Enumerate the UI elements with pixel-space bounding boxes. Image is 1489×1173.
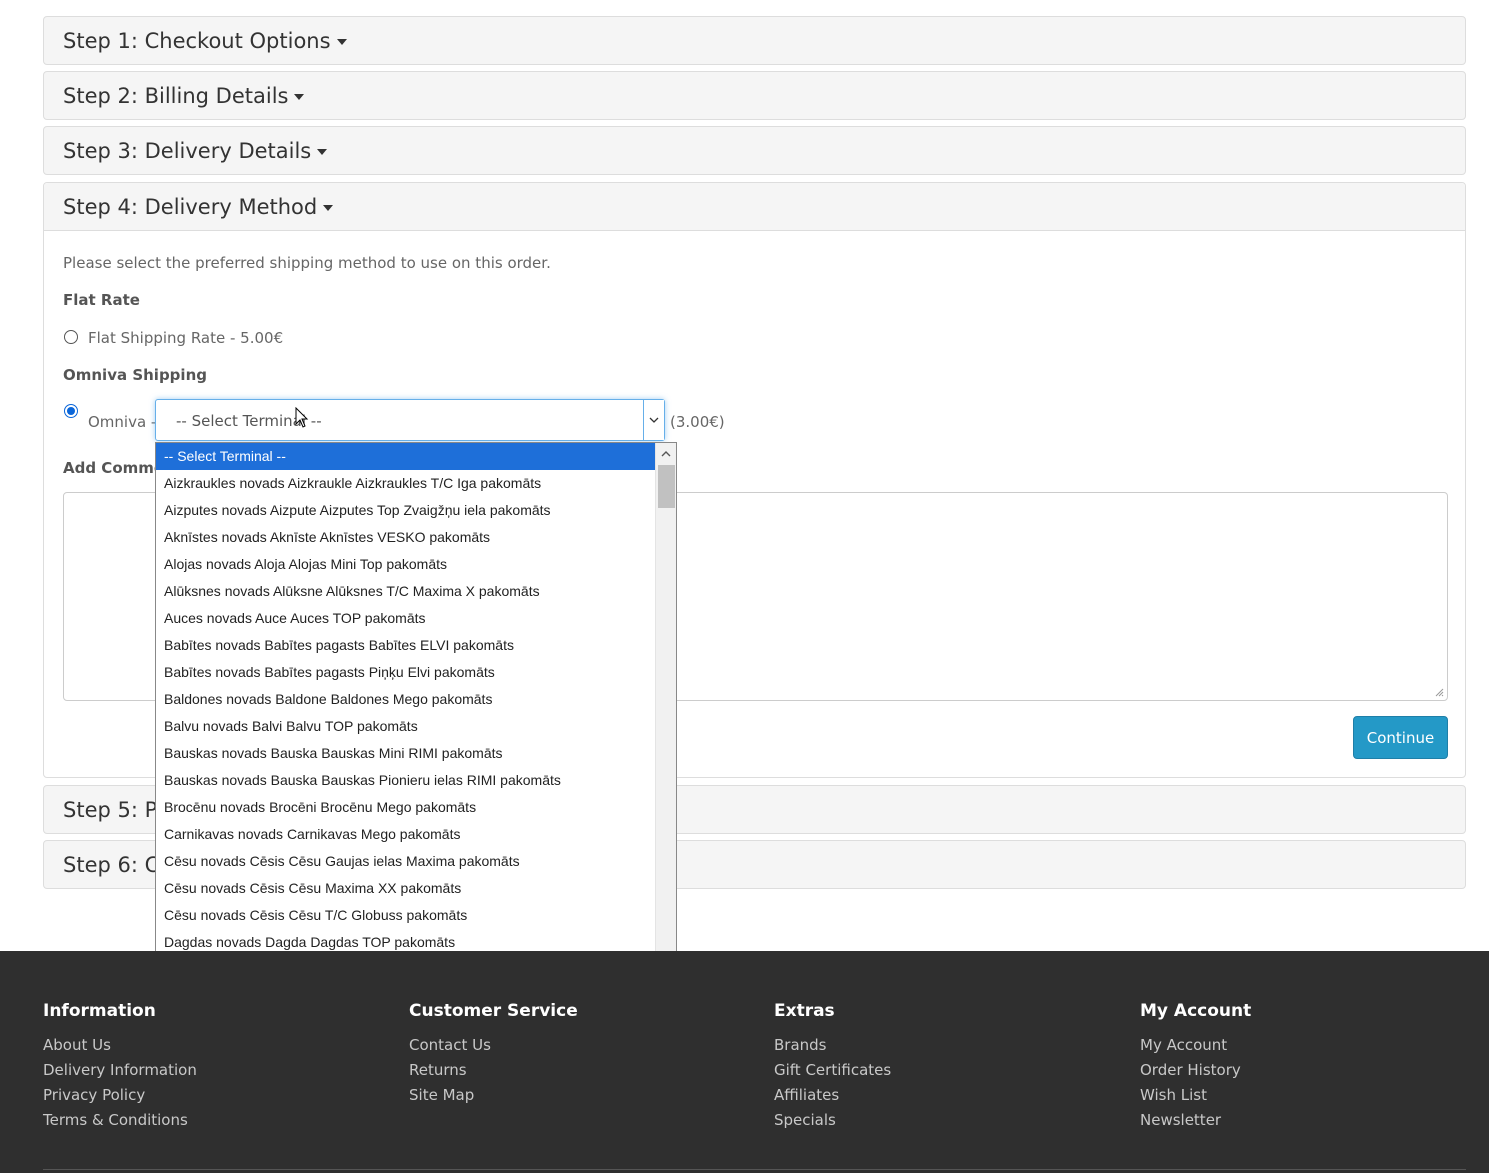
comment-label: Add Comme	[63, 459, 165, 477]
footer-link[interactable]: About Us	[43, 1036, 111, 1054]
step5-title[interactable]: Step 5: Pa	[63, 798, 169, 822]
footer-my-account-title: My Account	[1140, 1001, 1252, 1021]
step2-heading[interactable]: Step 2: Billing Details	[63, 72, 305, 119]
terminal-options: -- Select Terminal -- Aizkraukles novads …	[156, 443, 655, 981]
scroll-up-arrow-icon[interactable]	[661, 449, 671, 459]
terminal-option[interactable]: Cēsu novads Cēsis Cēsu Maxima XX pakomāt…	[156, 875, 655, 902]
footer-link[interactable]: Order History	[1140, 1061, 1241, 1079]
footer-link[interactable]: Privacy Policy	[43, 1086, 145, 1104]
site-footer: Information About Us Delivery Informatio…	[0, 951, 1489, 1173]
terminal-option[interactable]: Babītes novads Babītes pagasts Babītes E…	[156, 632, 655, 659]
footer-divider	[43, 1169, 1466, 1170]
dropdown-scrollbar[interactable]	[655, 443, 676, 981]
terminal-option[interactable]: Auces novads Auce Auces TOP pakomāts	[156, 605, 655, 632]
omniva-heading: Omniva Shipping	[63, 366, 207, 384]
footer-information-title: Information	[43, 1001, 156, 1021]
flat-rate-radio[interactable]	[64, 330, 78, 344]
footer-link[interactable]: Newsletter	[1140, 1111, 1221, 1129]
caret-down-icon	[323, 204, 334, 211]
terminal-option[interactable]: Babītes novads Babītes pagasts Piņķu Elv…	[156, 659, 655, 686]
continue-button[interactable]: Continue	[1353, 716, 1448, 759]
terminal-option[interactable]: Bauskas novads Bauska Bauskas Pionieru i…	[156, 767, 655, 794]
flat-rate-label[interactable]: Flat Shipping Rate - 5.00€	[88, 329, 283, 347]
flat-rate-heading: Flat Rate	[63, 291, 140, 309]
step3-heading[interactable]: Step 3: Delivery Details	[63, 127, 328, 174]
step1-panel: Step 1: Checkout Options	[43, 16, 1466, 65]
terminal-option[interactable]: Aknīstes novads Aknīste Aknīstes VESKO p…	[156, 524, 655, 551]
step1-title[interactable]: Step 1: Checkout Options	[63, 29, 331, 53]
terminal-option[interactable]: Carnikavas novads Carnikavas Mego pakomā…	[156, 821, 655, 848]
terminal-dropdown-list[interactable]: -- Select Terminal -- Aizkraukles novads …	[155, 442, 677, 982]
terminal-option-placeholder[interactable]: -- Select Terminal --	[156, 443, 655, 470]
terminal-option[interactable]: Aizkraukles novads Aizkraukle Aizkraukle…	[156, 470, 655, 497]
omniva-price: (3.00€)	[670, 413, 725, 431]
terminal-option[interactable]: Aizputes novads Aizpute Aizputes Top Zva…	[156, 497, 655, 524]
omniva-radio[interactable]	[64, 404, 78, 418]
resize-handle-icon[interactable]	[1435, 688, 1444, 697]
shipping-intro: Please select the preferred shipping met…	[63, 254, 551, 272]
terminal-select[interactable]: -- Select Terminal --	[155, 399, 665, 441]
terminal-option[interactable]: Cēsu novads Cēsis Cēsu T/C Globuss pakom…	[156, 902, 655, 929]
step4-heading[interactable]: Step 4: Delivery Method	[63, 183, 334, 230]
terminal-option[interactable]: Brocēnu novads Brocēni Brocēnu Mego pako…	[156, 794, 655, 821]
step4-header: Step 4: Delivery Method	[44, 183, 1465, 231]
step2-panel: Step 2: Billing Details	[43, 71, 1466, 120]
footer-link[interactable]: Returns	[409, 1061, 467, 1079]
chevron-down-icon[interactable]	[643, 400, 664, 440]
step5-heading[interactable]: Step 5: Pa	[63, 786, 169, 833]
footer-link[interactable]: Delivery Information	[43, 1061, 197, 1079]
terminal-option[interactable]: Alūksnes novads Alūksne Alūksnes T/C Max…	[156, 578, 655, 605]
terminal-option[interactable]: Balvu novads Balvi Balvu TOP pakomāts	[156, 713, 655, 740]
footer-link[interactable]: Brands	[774, 1036, 827, 1054]
caret-down-icon	[336, 38, 347, 45]
terminal-option[interactable]: Baldones novads Baldone Baldones Mego pa…	[156, 686, 655, 713]
footer-customer-service-title: Customer Service	[409, 1001, 578, 1021]
step4-title[interactable]: Step 4: Delivery Method	[63, 195, 317, 219]
footer-link[interactable]: My Account	[1140, 1036, 1227, 1054]
caret-down-icon	[317, 148, 328, 155]
caret-down-icon	[294, 93, 305, 100]
omniva-label[interactable]: Omniva -	[88, 413, 156, 431]
mouse-cursor-icon	[295, 407, 309, 428]
footer-link[interactable]: Wish List	[1140, 1086, 1207, 1104]
footer-link[interactable]: Specials	[774, 1111, 836, 1129]
step3-title[interactable]: Step 3: Delivery Details	[63, 139, 311, 163]
footer-link[interactable]: Terms & Conditions	[43, 1111, 188, 1129]
terminal-option[interactable]: Bauskas novads Bauska Bauskas Mini RIMI …	[156, 740, 655, 767]
footer-link[interactable]: Site Map	[409, 1086, 474, 1104]
footer-link[interactable]: Contact Us	[409, 1036, 491, 1054]
step1-heading[interactable]: Step 1: Checkout Options	[63, 17, 347, 64]
footer-extras-title: Extras	[774, 1001, 835, 1021]
footer-link[interactable]: Gift Certificates	[774, 1061, 891, 1079]
scrollbar-thumb[interactable]	[658, 465, 675, 508]
footer-link[interactable]: Affiliates	[774, 1086, 839, 1104]
step3-panel: Step 3: Delivery Details	[43, 126, 1466, 175]
terminal-option[interactable]: Cēsu novads Cēsis Cēsu Gaujas ielas Maxi…	[156, 848, 655, 875]
terminal-option[interactable]: Alojas novads Aloja Alojas Mini Top pako…	[156, 551, 655, 578]
step2-title[interactable]: Step 2: Billing Details	[63, 84, 288, 108]
